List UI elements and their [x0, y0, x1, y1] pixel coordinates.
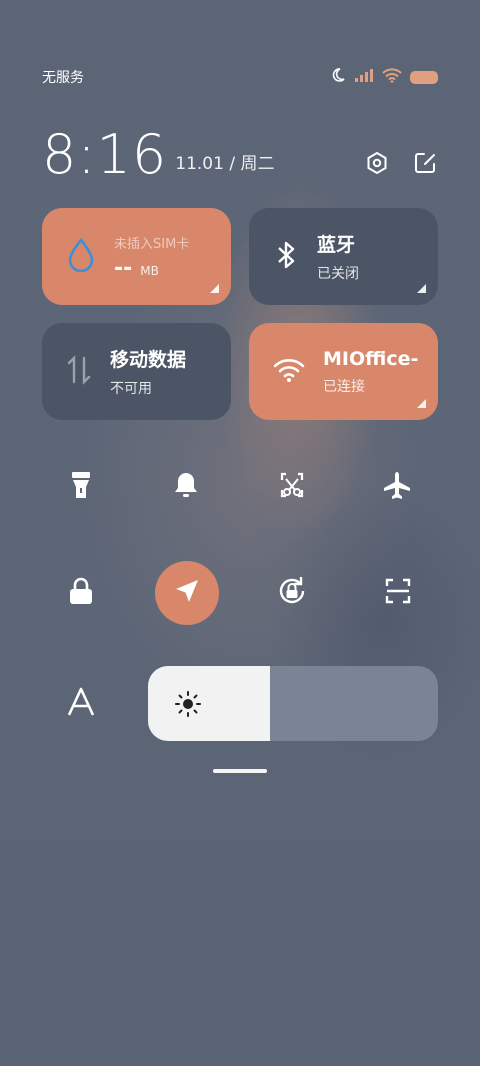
- scanner-toggle[interactable]: [366, 561, 430, 625]
- bluetooth-text: 蓝牙 已关闭: [317, 230, 359, 283]
- mobile-data-tile[interactable]: 移动数据 不可用: [42, 323, 231, 420]
- flashlight-icon: [70, 470, 92, 504]
- data-usage-amount: --: [114, 255, 133, 281]
- data-usage-text: 未插入SIM卡 -- MB: [114, 233, 189, 281]
- status-icons: [330, 67, 438, 87]
- bluetooth-icon: [273, 239, 299, 275]
- clock-actions: [364, 150, 438, 176]
- wifi-icon: [382, 67, 402, 87]
- settings-icon[interactable]: [364, 150, 390, 176]
- rotation-lock-toggle[interactable]: [260, 561, 324, 625]
- bluetooth-title: 蓝牙: [317, 234, 356, 256]
- brightness-slider[interactable]: [148, 666, 438, 741]
- mobile-data-text: 移动数据 不可用: [110, 345, 186, 398]
- moon-icon: [330, 67, 346, 87]
- sim-status-label: 未插入SIM卡: [114, 236, 190, 252]
- lock-screen-toggle[interactable]: [49, 561, 113, 625]
- clock: 8:16 11.01 / 周二: [42, 128, 274, 182]
- data-usage-value: -- MB: [114, 256, 189, 281]
- clock-time: 8:16: [42, 123, 168, 186]
- airplane-icon: [383, 470, 413, 504]
- mobile-data-arrows-icon: [66, 354, 92, 390]
- status-bar: 无服务: [42, 66, 438, 88]
- wifi-status: 已连接: [323, 378, 365, 395]
- battery-icon: [410, 70, 438, 84]
- wifi-network-name: MIOffice-: [323, 347, 419, 370]
- bluetooth-tile[interactable]: 蓝牙 已关闭: [249, 208, 438, 305]
- clock-date: 11.01 / 周二: [175, 154, 275, 174]
- mobile-data-title: 移动数据: [110, 349, 187, 371]
- screenshot-icon: [278, 471, 306, 503]
- wifi-icon: [273, 357, 305, 387]
- screenshot-toggle[interactable]: [260, 455, 324, 519]
- font-size-icon: [67, 687, 95, 721]
- expand-corner-icon: [417, 284, 426, 293]
- scan-icon: [384, 577, 412, 609]
- edit-icon[interactable]: [412, 150, 438, 176]
- bell-icon: [172, 470, 200, 504]
- signal-icon: [354, 68, 374, 86]
- expand-corner-icon: [417, 399, 426, 408]
- lock-icon: [68, 576, 94, 610]
- data-usage-tile[interactable]: 未插入SIM卡 -- MB: [42, 208, 231, 305]
- carrier-label: 无服务: [42, 70, 84, 86]
- rotation-lock-icon: [275, 574, 309, 612]
- mobile-data-status: 不可用: [110, 381, 152, 397]
- clock-row: 8:16 11.01 / 周二: [42, 120, 438, 182]
- location-toggle[interactable]: [155, 561, 219, 625]
- data-usage-unit: MB: [140, 263, 159, 278]
- flashlight-toggle[interactable]: [49, 455, 113, 519]
- brightness-slider-fill: [148, 666, 270, 741]
- expand-corner-icon: [210, 284, 219, 293]
- airplane-mode-toggle[interactable]: [366, 455, 430, 519]
- font-size-toggle[interactable]: [49, 672, 113, 736]
- wifi-text: MIOffice- 已连接: [323, 348, 418, 396]
- bluetooth-status: 已关闭: [317, 266, 359, 282]
- brightness-icon: [174, 690, 202, 722]
- location-icon: [174, 578, 200, 608]
- wifi-tile[interactable]: MIOffice- 已连接: [249, 323, 438, 420]
- sound-toggle[interactable]: [154, 455, 218, 519]
- water-drop-icon: [66, 237, 96, 276]
- home-indicator[interactable]: [213, 769, 267, 773]
